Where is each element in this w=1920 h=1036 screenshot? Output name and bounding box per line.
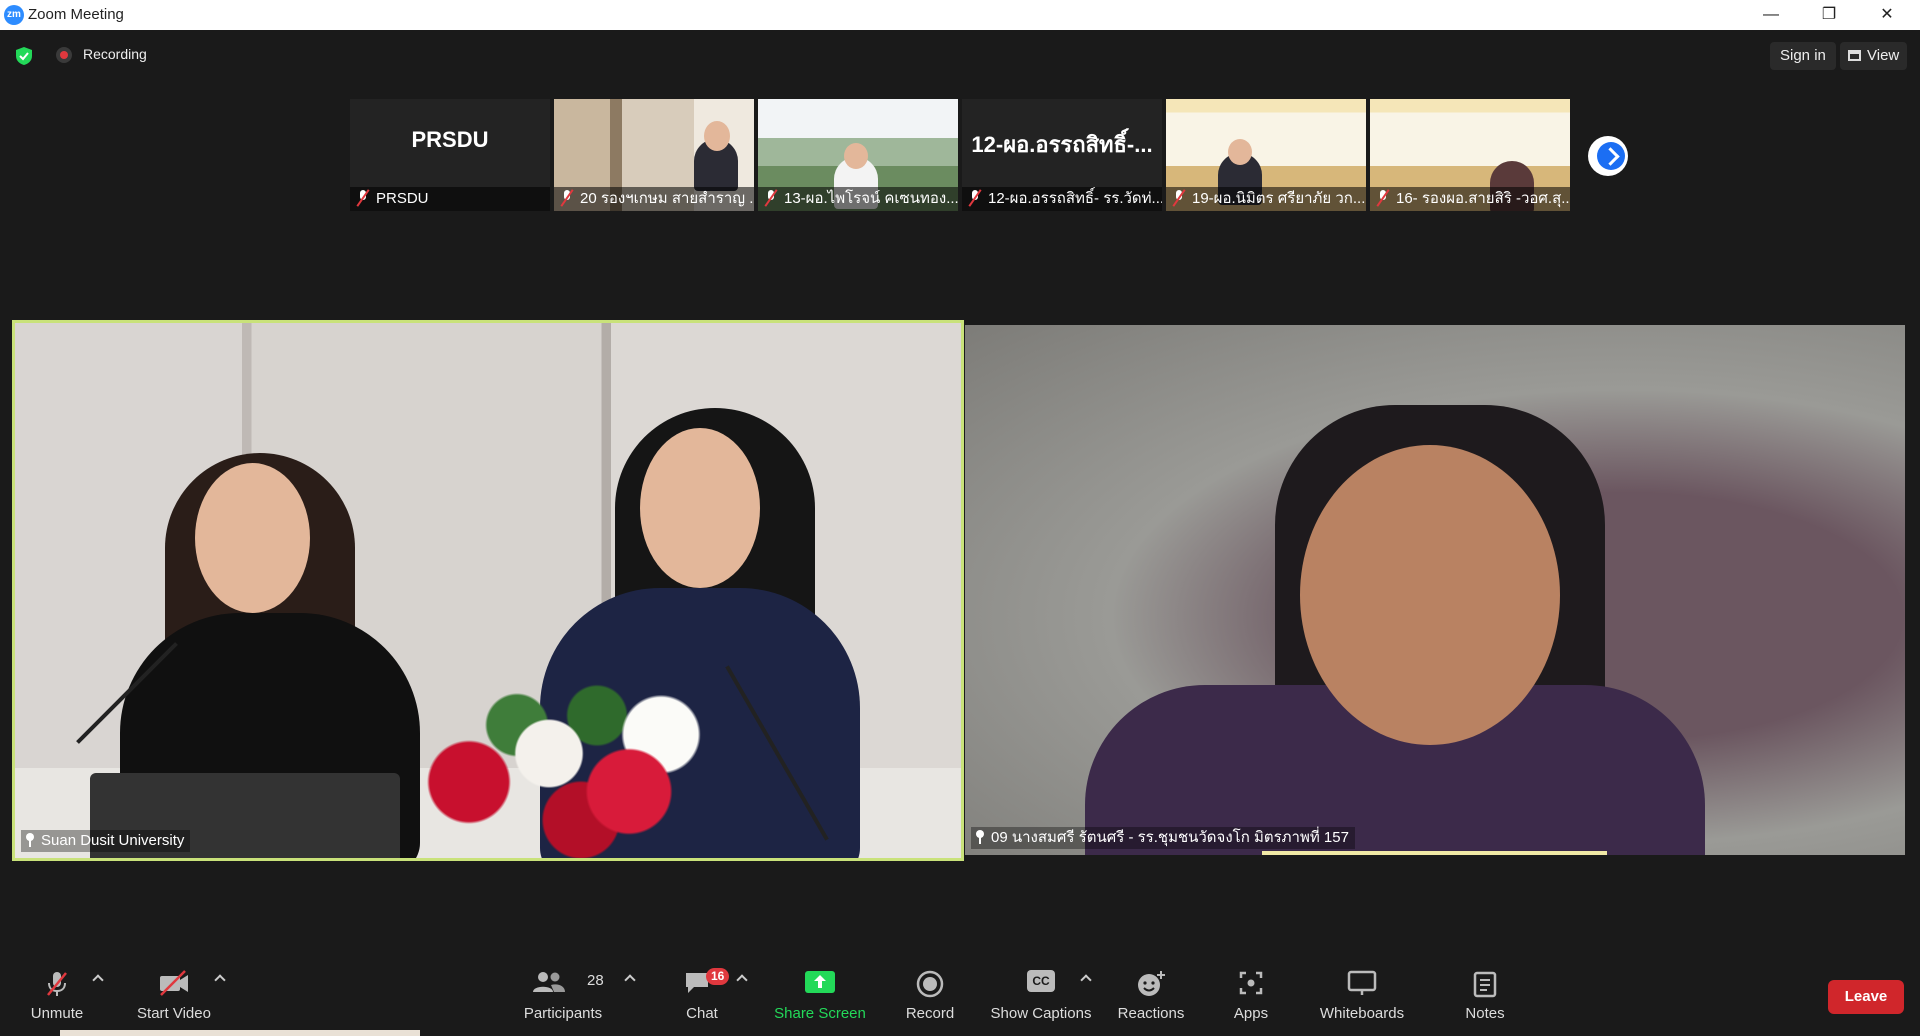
apps-icon: [1239, 971, 1263, 995]
unmute-button[interactable]: Unmute: [20, 958, 94, 1036]
mic-muted-icon: [47, 972, 67, 996]
reactions-smiley-icon: [1138, 971, 1165, 996]
whiteboards-button[interactable]: Whiteboards: [1312, 958, 1412, 1036]
thumbnail-name-bar: 12-ผอ.อรรถสิทธิ์- รร.วัดท่...: [962, 187, 1162, 211]
mic-muted-icon: [1376, 190, 1390, 206]
participant-thumbnail[interactable]: 19-ผอ.นิมิตร ศรียาภัย วก...: [1166, 99, 1366, 211]
presenter-face: [195, 463, 310, 613]
apps-button[interactable]: Apps: [1220, 958, 1282, 1036]
participants-count: 28: [587, 972, 604, 989]
participant-face: [704, 121, 730, 151]
video-off-icon: [160, 970, 188, 996]
thumbnail-name: 13-ผอ.ไพโรจน์ คเซนทอง...: [784, 190, 958, 207]
thumbnail-name: 20 รองฯเกษม สายสำราญ ...: [580, 190, 754, 207]
show-captions-button[interactable]: CC Show Captions: [986, 958, 1096, 1036]
thumbnail-name-bar: PRSDU: [350, 187, 550, 211]
video-tile-active-speaker[interactable]: Suan Dusit University: [12, 320, 964, 861]
spotlight-pin-icon: [975, 830, 985, 844]
whiteboard-icon: [1347, 970, 1377, 995]
title-bar: zm Zoom Meeting — ❐ ✕: [0, 0, 1920, 30]
unmute-label: Unmute: [30, 1005, 84, 1022]
mic-muted-icon: [356, 190, 370, 206]
video-name: Suan Dusit University: [41, 832, 185, 849]
mic-muted-icon: [968, 190, 982, 206]
participant-thumbnail[interactable]: 13-ผอ.ไพโรจน์ คเซนทอง...: [758, 99, 958, 211]
sign-in-button[interactable]: Sign in: [1770, 42, 1836, 70]
participant-thumbnail[interactable]: 20 รองฯเกษม สายสำราญ ...: [554, 99, 754, 211]
participants-button[interactable]: 28 Participants: [516, 958, 610, 1036]
thumbnail-name-bar: 16- รองผอ.สายสิริ -วอศ.สุ...: [1370, 187, 1570, 211]
participant-face: [1228, 139, 1252, 165]
participants-icon: [533, 972, 565, 992]
meeting-toolbar: Unmute Start Video 28 Participants 16 Ch…: [0, 958, 1920, 1036]
chevron-right-icon: [1601, 147, 1620, 166]
thumbnail-name: 16- รองผอ.สายสิริ -วอศ.สุ...: [1396, 190, 1570, 207]
participant-thumbnail[interactable]: 12-ผอ.อรรถสิทธิ์-... 12-ผอ.อรรถสิทธิ์- ร…: [962, 99, 1162, 211]
next-page-button[interactable]: [1588, 136, 1628, 176]
share-screen-button[interactable]: Share Screen: [770, 958, 870, 1036]
show-captions-label: Show Captions: [990, 1005, 1092, 1022]
leave-button[interactable]: Leave: [1828, 980, 1904, 1014]
thumbnail-display-name: PRSDU: [411, 127, 489, 152]
mic-muted-icon: [1172, 190, 1186, 206]
share-screen-icon: [805, 971, 835, 993]
encryption-shield-icon[interactable]: [14, 46, 34, 66]
view-button[interactable]: View: [1840, 42, 1908, 70]
thumbnail-name-bar: 13-ผอ.ไพโรจน์ คเซนทอง...: [758, 187, 958, 211]
audio-options-caret[interactable]: [92, 974, 104, 986]
recording-label[interactable]: Recording: [83, 46, 147, 62]
start-video-label: Start Video: [137, 1005, 211, 1022]
zoom-logo-icon: zm: [4, 5, 24, 25]
thumbnail-name: 12-ผอ.อรรถสิทธิ์- รร.วัดท่...: [988, 190, 1162, 207]
audio-level-indicator: [1262, 851, 1607, 855]
record-icon: [916, 970, 944, 998]
mic-muted-icon: [560, 190, 574, 206]
apps-label: Apps: [1233, 1005, 1269, 1022]
video-name-label: Suan Dusit University: [21, 830, 191, 852]
chat-label: Chat: [686, 1005, 718, 1022]
view-grid-icon: [1848, 50, 1861, 61]
thumbnail-name-bar: 19-ผอ.นิมิตร ศรียาภัย วก...: [1166, 187, 1366, 211]
video-name: 09 นางสมศรี รัตนศรี - รร.ชุมชนวัดจงโก มิ…: [991, 829, 1349, 846]
video-tile[interactable]: 09 นางสมศรี รัตนศรี - รร.ชุมชนวัดจงโก มิ…: [965, 325, 1905, 855]
video-name-label: 09 นางสมศรี รัตนศรี - รร.ชุมชนวัดจงโก มิ…: [971, 827, 1355, 849]
reactions-label: Reactions: [1117, 1005, 1185, 1022]
thumbnail-name-bar: 20 รองฯเกษม สายสำราญ ...: [554, 187, 754, 211]
restore-button[interactable]: ❐: [1806, 0, 1852, 30]
share-screen-label: Share Screen: [774, 1005, 866, 1022]
whiteboards-label: Whiteboards: [1319, 1005, 1405, 1022]
presenter-face: [640, 428, 760, 588]
spotlight-pin-icon: [25, 833, 35, 847]
start-video-button[interactable]: Start Video: [130, 958, 218, 1036]
participants-options-caret[interactable]: [624, 974, 636, 986]
notes-icon: [1473, 971, 1497, 998]
notes-label: Notes: [1465, 1005, 1505, 1022]
mic-muted-icon: [764, 190, 778, 206]
notes-button[interactable]: Notes: [1454, 958, 1516, 1036]
thumbnail-name: 19-ผอ.นิมิตร ศรียาภัย วก...: [1192, 190, 1366, 207]
record-label: Record: [905, 1005, 955, 1022]
view-label: View: [1867, 47, 1900, 64]
chat-options-caret[interactable]: [736, 974, 748, 986]
recording-icon[interactable]: [56, 47, 72, 63]
close-button[interactable]: ✕: [1864, 0, 1910, 30]
chat-unread-badge: 16: [706, 968, 730, 985]
flower-bouquet: [405, 668, 725, 858]
closed-captions-icon: CC: [1027, 970, 1055, 992]
minimize-button[interactable]: —: [1748, 0, 1794, 30]
participant-face: [1300, 445, 1560, 745]
taskbar-preview-strip: [60, 1030, 420, 1036]
chat-button[interactable]: 16 Chat: [670, 958, 734, 1036]
participant-thumbnail[interactable]: PRSDU PRSDU: [350, 99, 550, 211]
participant-face: [844, 143, 868, 169]
thumbnail-display-name: 12-ผอ.อรรถสิทธิ์-...: [971, 132, 1153, 157]
participant-thumbnail[interactable]: 16- รองผอ.สายสิริ -วอศ.สุ...: [1370, 99, 1570, 211]
reactions-button[interactable]: Reactions: [1112, 958, 1190, 1036]
thumbnail-name: PRSDU: [376, 190, 429, 207]
record-button[interactable]: Record: [892, 958, 968, 1036]
window-title: Zoom Meeting: [28, 6, 124, 23]
participants-label: Participants: [523, 1005, 603, 1022]
